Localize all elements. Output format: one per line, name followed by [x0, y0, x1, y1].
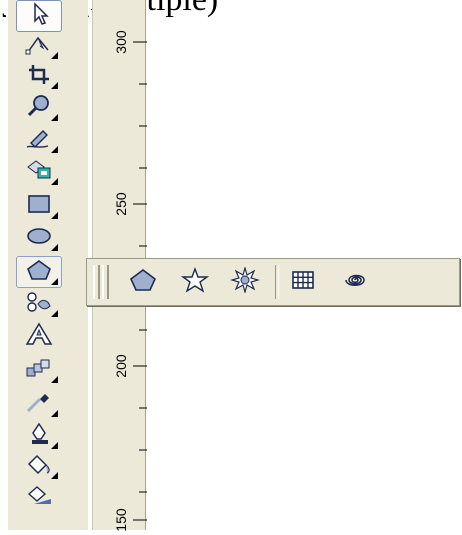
polygon-option-button[interactable]: [125, 267, 161, 297]
star-option-button[interactable]: [177, 266, 213, 298]
pick-tool-button[interactable]: [16, 0, 62, 32]
flyout-arrow-icon: [51, 244, 58, 251]
rectangle-tool-button[interactable]: [16, 190, 62, 222]
smart-fill-tool-button[interactable]: [16, 156, 62, 188]
grid-icon: [288, 267, 318, 298]
paint-bucket-icon: [24, 452, 54, 481]
ruler-label-200: 200: [113, 354, 129, 378]
flyout-arrow-icon: [51, 410, 58, 417]
zoom-tool-button[interactable]: [16, 92, 62, 124]
flyout-arrow-icon: [51, 82, 58, 89]
eyedropper-icon: [24, 390, 54, 419]
interactive-fill-tool-button[interactable]: [16, 482, 62, 514]
ellipse-icon: [24, 224, 54, 253]
toolbox: [6, 0, 88, 530]
flyout-arrow-icon: [51, 178, 58, 185]
shape-node-icon: [24, 32, 54, 61]
flyout-grip-handle[interactable]: [93, 265, 100, 299]
ruler-label-150: 150: [113, 508, 129, 532]
flyout-arrow-icon: [51, 472, 58, 479]
polygon-icon: [24, 258, 54, 287]
text-tool-button[interactable]: [16, 320, 62, 352]
eyedropper-tool-button[interactable]: [16, 388, 62, 420]
flyout-arrow-icon: [51, 310, 58, 317]
polygon-tool-button[interactable]: [16, 256, 62, 288]
flyout-arrow-icon: [51, 212, 58, 219]
flyout-arrow-icon: [51, 146, 58, 153]
freehand-tool-button[interactable]: [16, 124, 62, 156]
flyout-arrow-icon: [51, 114, 58, 121]
pencil-icon: [24, 126, 54, 155]
ellipse-tool-button[interactable]: [16, 222, 62, 254]
star-icon: [180, 266, 210, 298]
flyout-arrow-icon: [51, 52, 58, 59]
flyout-separator: [275, 265, 279, 299]
rectangle-icon: [24, 192, 54, 221]
shape-tool-button[interactable]: [16, 30, 62, 62]
crop-icon: [24, 62, 54, 91]
magnifier-icon: [24, 94, 54, 123]
smart-fill-icon: [24, 158, 54, 187]
basic-shapes-icon: [24, 290, 54, 319]
pentagon-icon: [128, 267, 158, 298]
crop-tool-button[interactable]: [16, 60, 62, 92]
graph-paper-option-button[interactable]: [285, 267, 321, 297]
basic-shapes-tool-button[interactable]: [16, 288, 62, 320]
interactive-blend-tool-button[interactable]: [16, 354, 62, 386]
complex-star-option-button[interactable]: [227, 265, 263, 298]
flyout-arrow-icon: [51, 376, 58, 383]
interactive-fill-icon: [24, 484, 54, 513]
spiral-icon: [340, 267, 370, 298]
pen-nib-icon: [24, 422, 54, 451]
ruler-label-300: 300: [113, 30, 129, 54]
spiral-option-button[interactable]: [337, 267, 373, 297]
flyout-arrow-icon: [51, 278, 58, 285]
pointer-icon: [24, 1, 54, 31]
flyout-grip-handle[interactable]: [102, 265, 109, 299]
fill-tool-button[interactable]: [16, 450, 62, 482]
blend-icon: [24, 356, 54, 385]
flyout-arrow-icon: [51, 442, 58, 449]
complex-star-icon: [229, 265, 261, 298]
ruler-label-250: 250: [113, 192, 129, 216]
text-a-icon: [24, 322, 54, 351]
outline-tool-button[interactable]: [16, 420, 62, 452]
polygon-flyout-toolbar: [86, 258, 460, 306]
